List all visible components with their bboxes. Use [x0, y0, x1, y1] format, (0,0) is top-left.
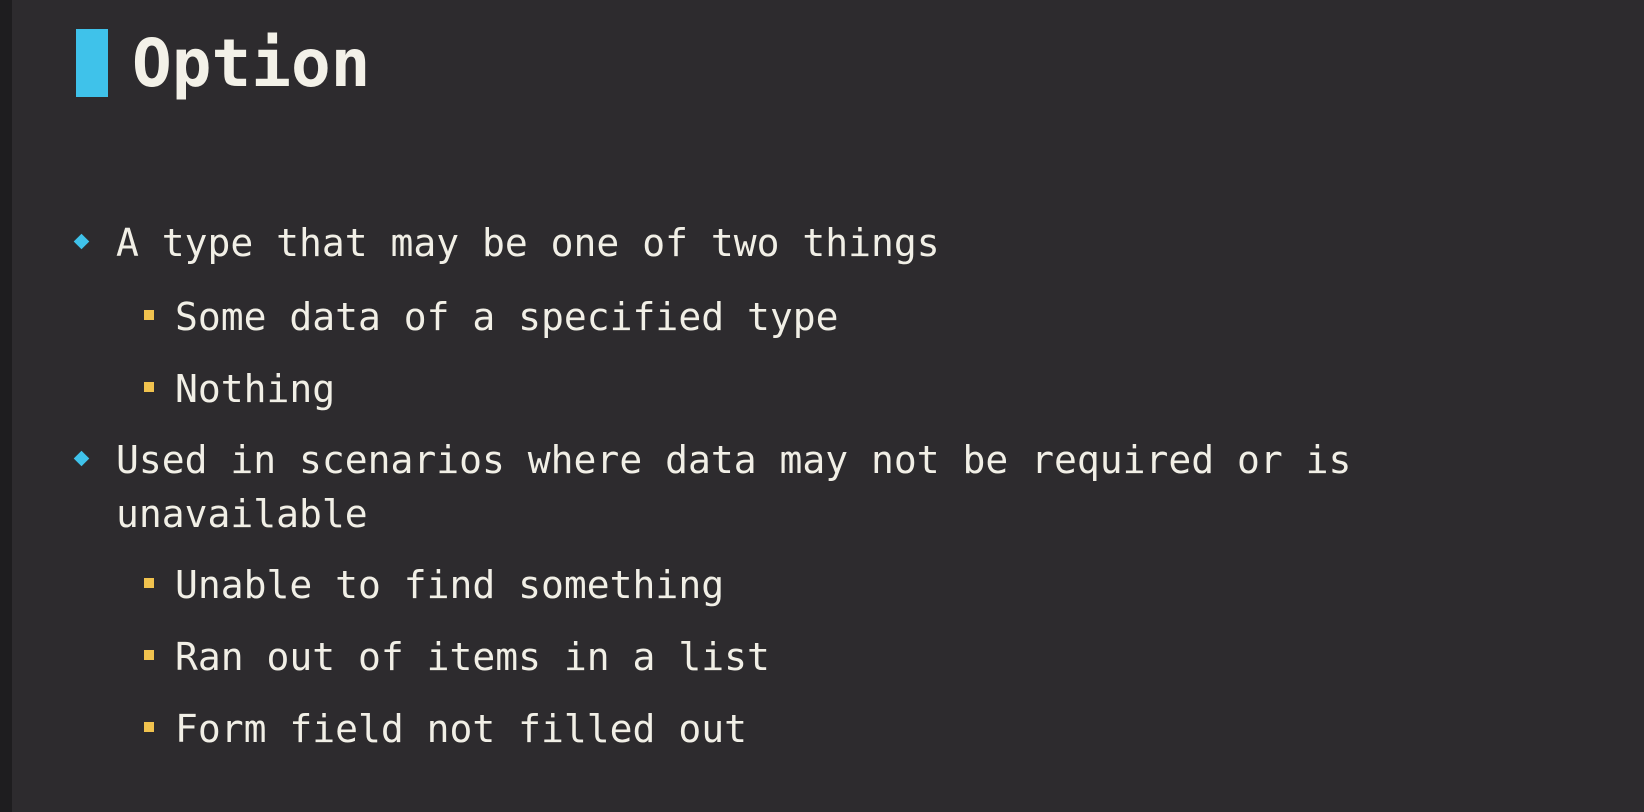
presentation-slide: Option A type that may be one of two thi…	[12, 0, 1644, 812]
bullet-list: A type that may be one of two things Som…	[12, 0, 1644, 812]
square-bullet-icon	[144, 722, 154, 732]
sub-bullet-ran-out: Ran out of items in a list	[175, 635, 770, 679]
sub-bullet-form-field: Form field not filled out	[175, 707, 747, 751]
sub-bullet-some-data: Some data of a specified type	[175, 295, 839, 339]
sub-bullet-unable-to-find: Unable to find something	[175, 563, 725, 607]
bullet-item-usage-line1: Used in scenarios where data may not be …	[116, 438, 1352, 482]
bullet-item-type-description: A type that may be one of two things	[116, 221, 940, 265]
bullet-item-usage-line2: unavailable	[116, 492, 368, 536]
square-bullet-icon	[144, 310, 154, 320]
window-left-edge	[0, 0, 12, 812]
diamond-bullet-icon	[73, 450, 90, 467]
sub-bullet-nothing: Nothing	[175, 367, 336, 411]
square-bullet-icon	[144, 382, 154, 392]
diamond-bullet-icon	[73, 233, 90, 250]
square-bullet-icon	[144, 650, 154, 660]
square-bullet-icon	[144, 578, 154, 588]
